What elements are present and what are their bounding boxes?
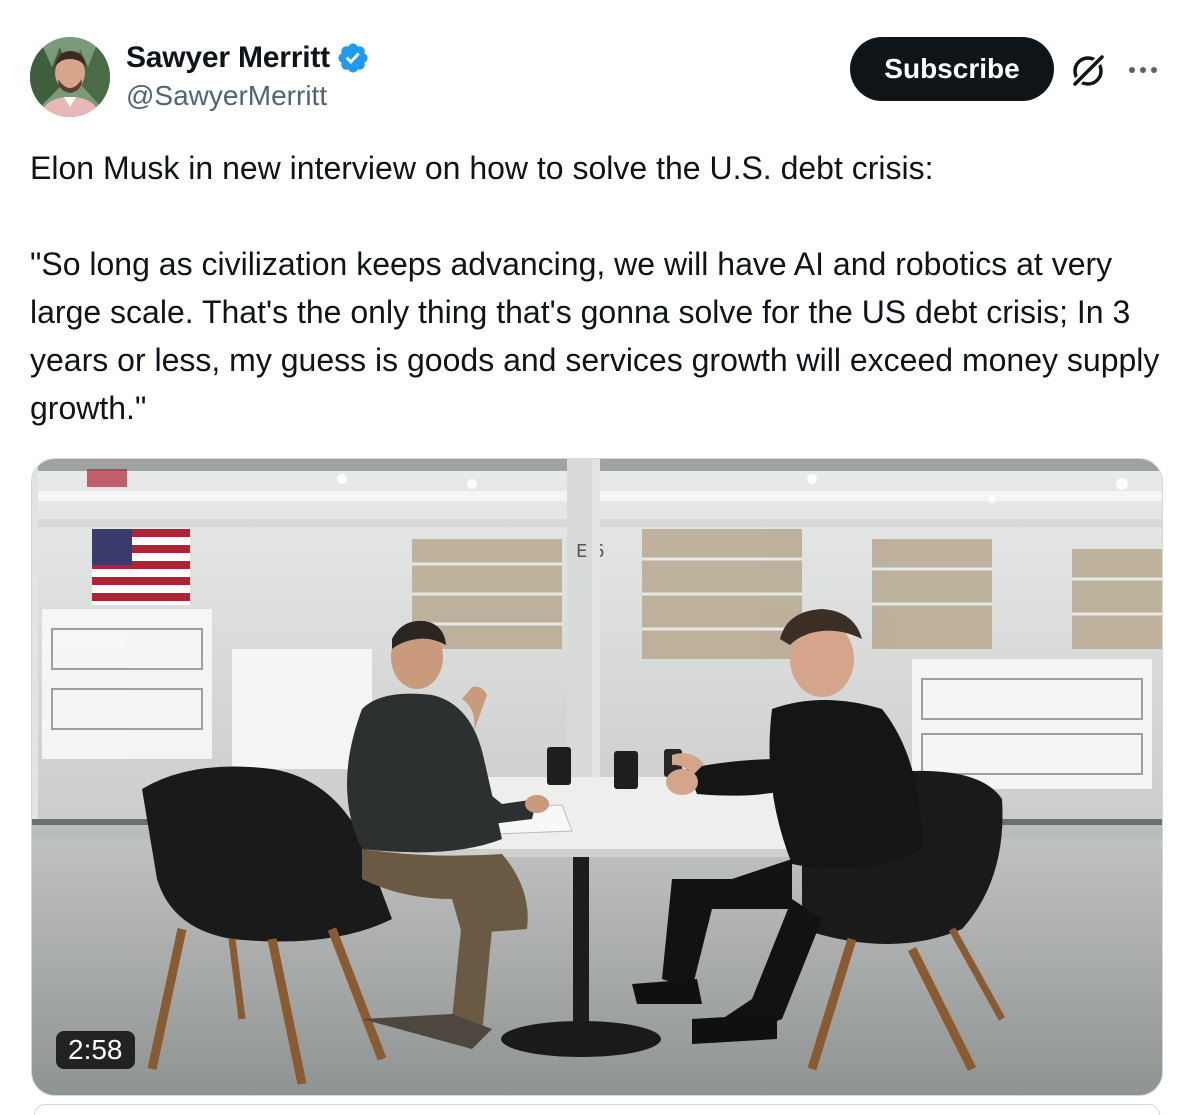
tweet-card: Sawyer Merritt @SawyerMerritt Subscribe … [0,0,1198,1115]
pillar-label: E 6 [576,541,605,562]
tweet-text: Elon Musk in new interview on how to sol… [30,144,1160,432]
more-icon[interactable] [1126,56,1160,84]
video-player[interactable]: E 6 2:58 [31,458,1163,1096]
avatar[interactable] [30,37,110,117]
avatar-photo-icon [30,37,110,117]
video-thumbnail: E 6 [32,459,1162,1095]
grok-icon[interactable] [1068,51,1108,91]
tweet-text-intro: Elon Musk in new interview on how to sol… [30,150,934,186]
author-name-row: Sawyer Merritt [126,40,370,76]
author-name[interactable]: Sawyer Merritt [126,41,330,75]
subscribe-button[interactable]: Subscribe [850,37,1054,101]
author-handle[interactable]: @SawyerMerritt [126,80,327,112]
verified-badge-icon [336,41,370,75]
tweet-text-quote: "So long as civilization keeps advancing… [30,246,1169,426]
video-duration-badge: 2:58 [56,1031,135,1069]
